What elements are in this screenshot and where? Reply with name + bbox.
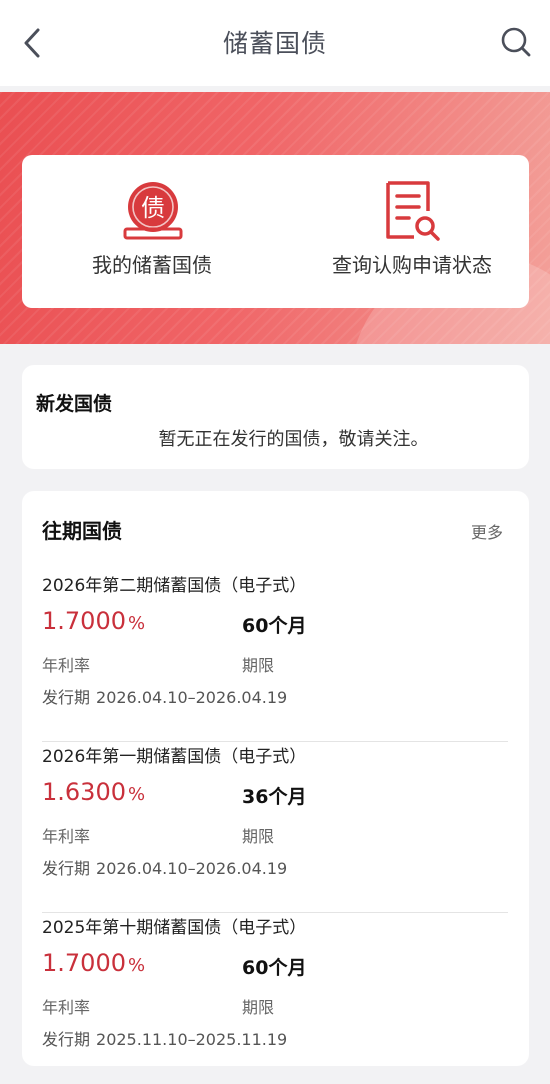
past-bonds-card: 往期国债 更多 2026年第二期储蓄国债（电子式） 1.7000% 60个月 年… bbox=[22, 491, 529, 1066]
bond-name: 2026年第一期储蓄国债（电子式） bbox=[42, 747, 307, 767]
bond-term: 60个月 bbox=[242, 615, 307, 637]
issue-period: 发行期 2025.11.10–2025.11.19 bbox=[42, 1026, 287, 1050]
rate-label: 年利率 bbox=[42, 827, 91, 846]
period-label: 发行期 bbox=[42, 688, 91, 707]
quick-actions-card: 债 我的储蓄国债 查询认购申请状态 bbox=[22, 155, 529, 308]
bond-rate-value: 1.7000 bbox=[42, 607, 126, 635]
issue-period: 发行期 2026.04.10–2026.04.19 bbox=[42, 855, 287, 879]
page-title: 储蓄国债 bbox=[222, 29, 327, 58]
period-label: 发行期 bbox=[42, 859, 91, 878]
bond-rate-value: 1.6300 bbox=[42, 778, 126, 806]
bond-term: 60个月 bbox=[242, 957, 307, 979]
bond-list-item[interactable]: 2025年第十期储蓄国债（电子式） 1.7000% 60个月 年利率 期限 发行… bbox=[42, 913, 508, 1084]
bond-rate-value: 1.7000 bbox=[42, 949, 126, 977]
bond-name: 2026年第二期储蓄国债（电子式） bbox=[42, 576, 307, 596]
bond-list-item[interactable]: 2026年第一期储蓄国债（电子式） 1.6300% 36个月 年利率 期限 发行… bbox=[42, 742, 508, 913]
my-bonds-label: 我的储蓄国债 bbox=[92, 253, 212, 277]
query-status-label: 查询认购申请状态 bbox=[332, 253, 492, 277]
bond-rate-unit: % bbox=[127, 613, 146, 634]
period-dates: 2026.04.10–2026.04.19 bbox=[96, 859, 288, 878]
rate-label: 年利率 bbox=[42, 656, 91, 675]
query-application-status-button[interactable]: 查询认购申请状态 bbox=[302, 155, 522, 308]
bond-badge-char: 债 bbox=[141, 194, 165, 222]
term-label: 期限 bbox=[242, 998, 275, 1017]
period-dates: 2026.04.10–2026.04.19 bbox=[96, 688, 288, 707]
my-bonds-button[interactable]: 债 我的储蓄国债 bbox=[62, 155, 242, 308]
new-bonds-title: 新发国债 bbox=[36, 393, 113, 415]
term-label: 期限 bbox=[242, 656, 275, 675]
document-search-icon bbox=[386, 181, 440, 241]
bond-rate: 1.7000% bbox=[42, 607, 145, 635]
nav-bar: 储蓄国债 bbox=[0, 0, 550, 86]
more-link[interactable]: 更多 bbox=[471, 519, 503, 543]
issue-period: 发行期 2026.04.10–2026.04.19 bbox=[42, 684, 287, 708]
search-icon[interactable] bbox=[500, 26, 532, 58]
new-bonds-message: 暂无正在发行的国债，敬请关注。 bbox=[158, 429, 429, 450]
bond-rate: 1.7000% bbox=[42, 949, 145, 977]
rate-label: 年利率 bbox=[42, 998, 91, 1017]
bond-name: 2025年第十期储蓄国债（电子式） bbox=[42, 918, 307, 938]
past-bonds-title: 往期国债 bbox=[42, 519, 122, 543]
bond-rate-unit: % bbox=[127, 784, 146, 805]
bond-rate: 1.6300% bbox=[42, 778, 145, 806]
period-dates: 2025.11.10–2025.11.19 bbox=[96, 1030, 288, 1049]
period-label: 发行期 bbox=[42, 1030, 91, 1049]
term-label: 期限 bbox=[242, 827, 275, 846]
new-bonds-card: 新发国债 暂无正在发行的国债，敬请关注。 bbox=[22, 365, 529, 469]
bond-term: 36个月 bbox=[242, 786, 307, 808]
bond-list-item[interactable]: 2026年第二期储蓄国债（电子式） 1.7000% 60个月 年利率 期限 发行… bbox=[42, 571, 508, 742]
bond-rate-unit: % bbox=[127, 955, 146, 976]
bond-badge-icon: 债 bbox=[123, 182, 183, 240]
